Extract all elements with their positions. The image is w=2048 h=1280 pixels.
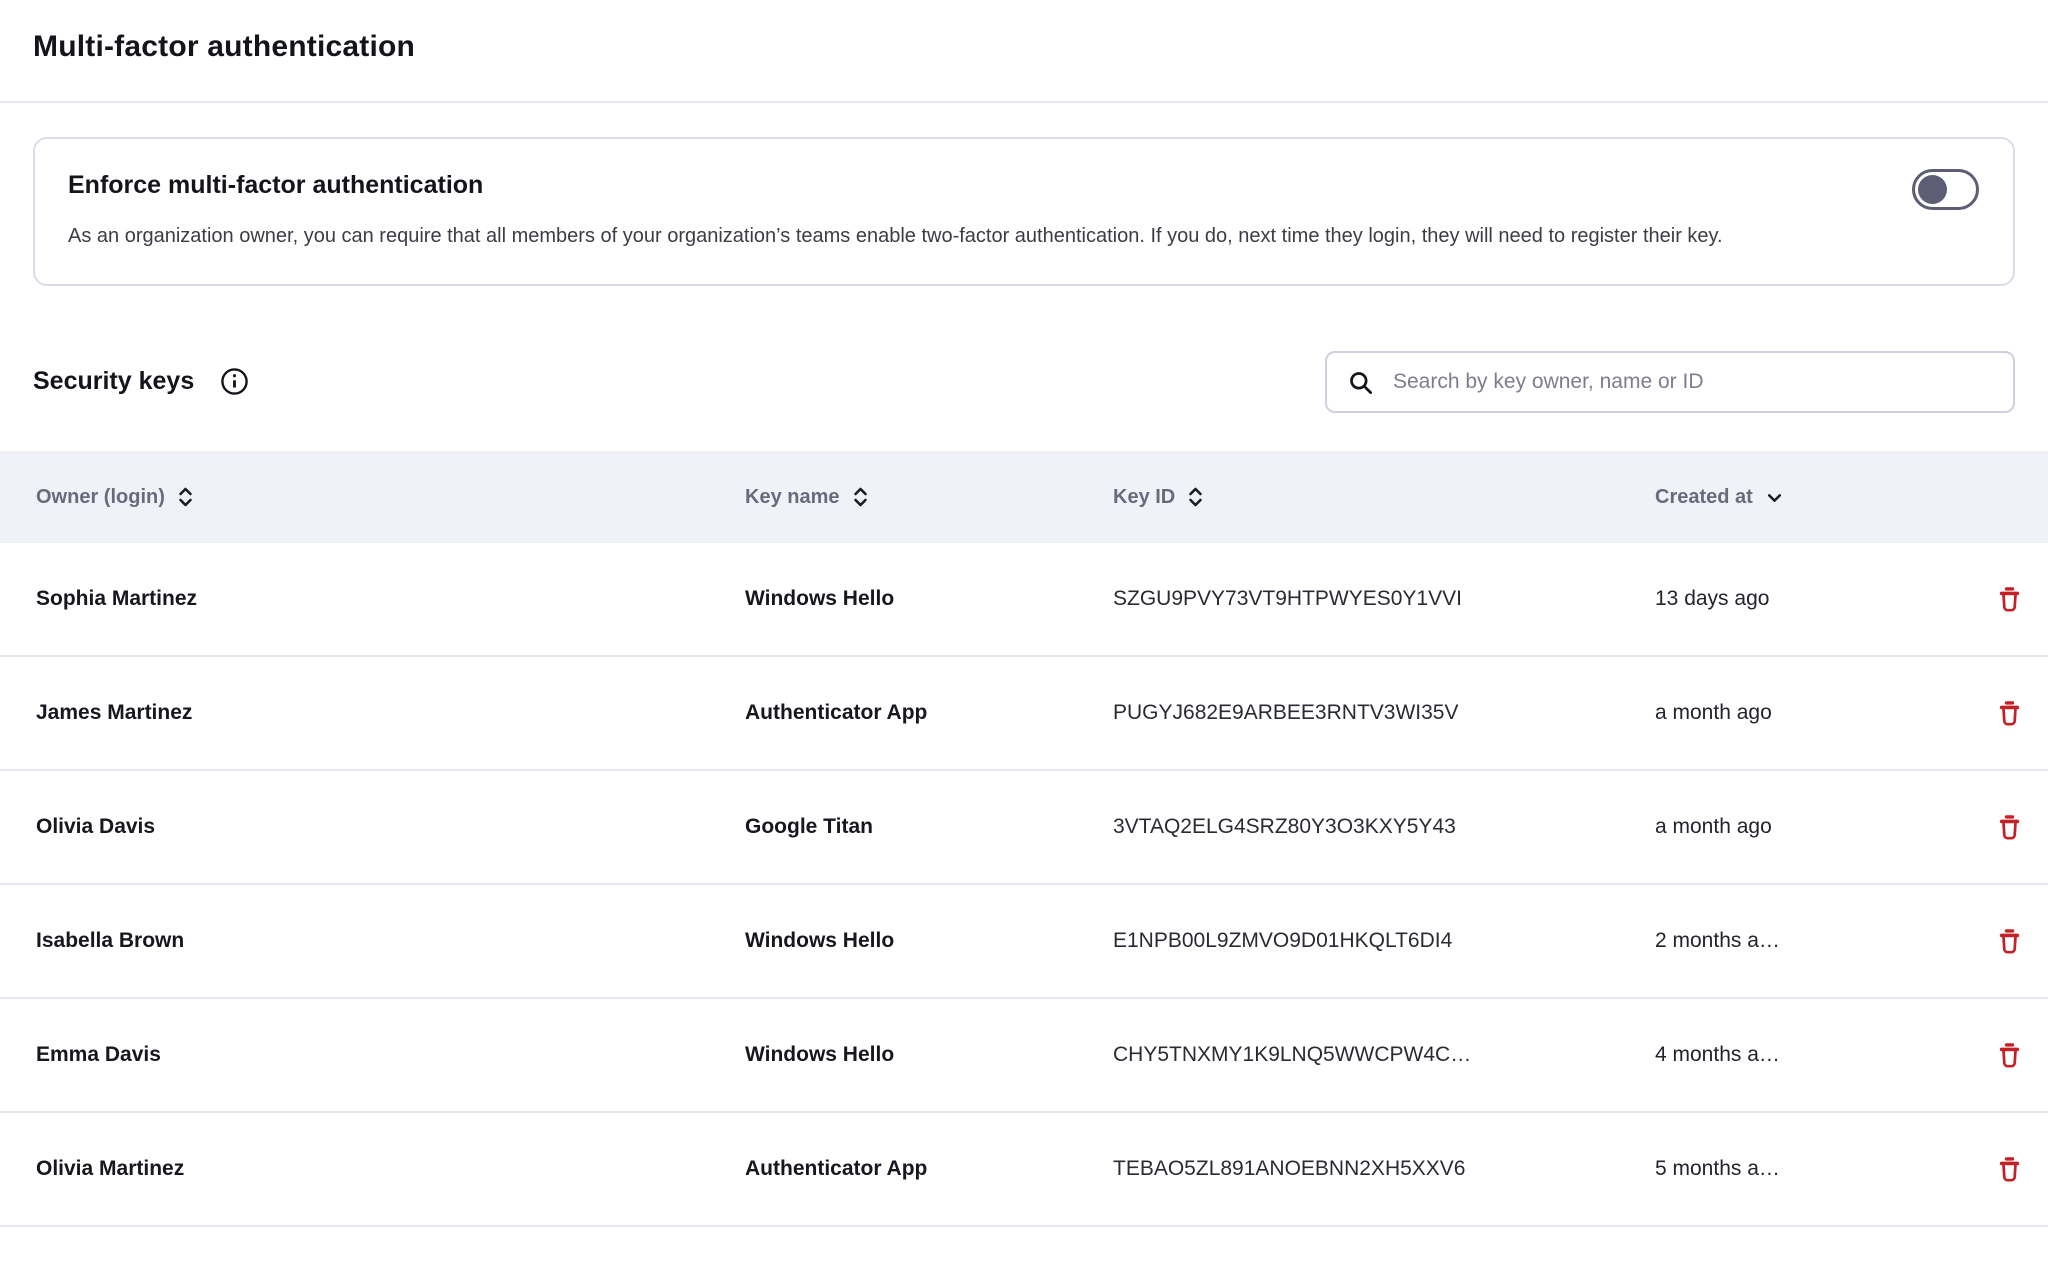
delete-key-button[interactable] <box>1987 805 2031 849</box>
column-header-key-id[interactable]: Key ID <box>1113 486 1655 509</box>
security-keys-title: Security keys <box>33 367 194 396</box>
enforce-mfa-description: As an organization owner, you can requir… <box>68 218 1868 254</box>
key-id-cell: TEBAO5ZL891ANOEBNN2XH5XXV6 <box>1113 1157 1655 1181</box>
chevron-down-icon <box>1765 488 1784 507</box>
delete-key-button[interactable] <box>1987 1033 2031 1077</box>
key-id-cell: PUGYJ682E9ARBEE3RNTV3WI35V <box>1113 701 1655 725</box>
key-name-cell: Windows Hello <box>745 587 1113 611</box>
trash-icon <box>1996 814 2023 841</box>
security-keys-section-header: Security keys <box>33 350 2015 413</box>
created-at-cell: 2 months a… <box>1655 929 1970 953</box>
column-header-owner[interactable]: Owner (login) <box>36 486 745 509</box>
column-header-created-at[interactable]: Created at <box>1655 486 1970 509</box>
table-row: Emma Davis Windows Hello CHY5TNXMY1K9LNQ… <box>0 999 2048 1113</box>
key-name-cell: Authenticator App <box>745 1157 1113 1181</box>
key-name-cell: Google Titan <box>745 815 1113 839</box>
enforce-mfa-toggle[interactable] <box>1912 169 1979 210</box>
key-name-cell: Windows Hello <box>745 929 1113 953</box>
trash-icon <box>1996 928 2023 955</box>
delete-key-button[interactable] <box>1987 919 2031 963</box>
table-row: Isabella Brown Windows Hello E1NPB00L9ZM… <box>0 885 2048 999</box>
delete-key-button[interactable] <box>1987 691 2031 735</box>
key-id-cell: E1NPB00L9ZMVO9D01HKQLT6DI4 <box>1113 929 1655 953</box>
key-id-cell: 3VTAQ2ELG4SRZ80Y3O3KXY5Y43 <box>1113 815 1655 839</box>
owner-cell: James Martinez <box>36 701 745 725</box>
sort-up-down-icon <box>177 486 194 508</box>
delete-key-button[interactable] <box>1987 577 2031 621</box>
created-at-cell: 5 months a… <box>1655 1157 1970 1181</box>
table-row: Olivia Martinez Authenticator App TEBAO5… <box>0 1113 2048 1227</box>
table-row: James Martinez Authenticator App PUGYJ68… <box>0 657 2048 771</box>
created-at-cell: 13 days ago <box>1655 587 1970 611</box>
search-box <box>1325 351 2015 413</box>
table-header-row: Owner (login) Key name Key ID Created at <box>0 451 2048 543</box>
created-at-cell: a month ago <box>1655 701 1970 725</box>
page-title: Multi-factor authentication <box>33 30 2015 64</box>
owner-cell: Sophia Martinez <box>36 587 745 611</box>
enforce-mfa-card: Enforce multi-factor authentication As a… <box>33 137 2015 286</box>
info-circle-icon[interactable] <box>220 367 249 396</box>
security-keys-table: Owner (login) Key name Key ID Created at <box>0 451 2048 1227</box>
search-input[interactable] <box>1325 351 2015 413</box>
enforce-mfa-title: Enforce multi-factor authentication <box>68 171 1980 200</box>
trash-icon <box>1996 586 2023 613</box>
key-id-cell: CHY5TNXMY1K9LNQ5WWCPW4C… <box>1113 1043 1655 1067</box>
table-row: Sophia Martinez Windows Hello SZGU9PVY73… <box>0 543 2048 657</box>
page-header: Multi-factor authentication <box>0 0 2048 103</box>
table-row: Olivia Davis Google Titan 3VTAQ2ELG4SRZ8… <box>0 771 2048 885</box>
owner-cell: Emma Davis <box>36 1043 745 1067</box>
key-name-cell: Windows Hello <box>745 1043 1113 1067</box>
sort-up-down-icon <box>852 486 869 508</box>
trash-icon <box>1996 1156 2023 1183</box>
sort-up-down-icon <box>1187 486 1204 508</box>
owner-cell: Isabella Brown <box>36 929 745 953</box>
created-at-cell: a month ago <box>1655 815 1970 839</box>
trash-icon <box>1996 700 2023 727</box>
created-at-cell: 4 months a… <box>1655 1043 1970 1067</box>
trash-icon <box>1996 1042 2023 1069</box>
key-id-cell: SZGU9PVY73VT9HTPWYES0Y1VVI <box>1113 587 1655 611</box>
owner-cell: Olivia Davis <box>36 815 745 839</box>
key-name-cell: Authenticator App <box>745 701 1113 725</box>
toggle-knob-icon <box>1918 175 1947 204</box>
owner-cell: Olivia Martinez <box>36 1157 745 1181</box>
delete-key-button[interactable] <box>1987 1147 2031 1191</box>
column-header-key-name[interactable]: Key name <box>745 486 1113 509</box>
